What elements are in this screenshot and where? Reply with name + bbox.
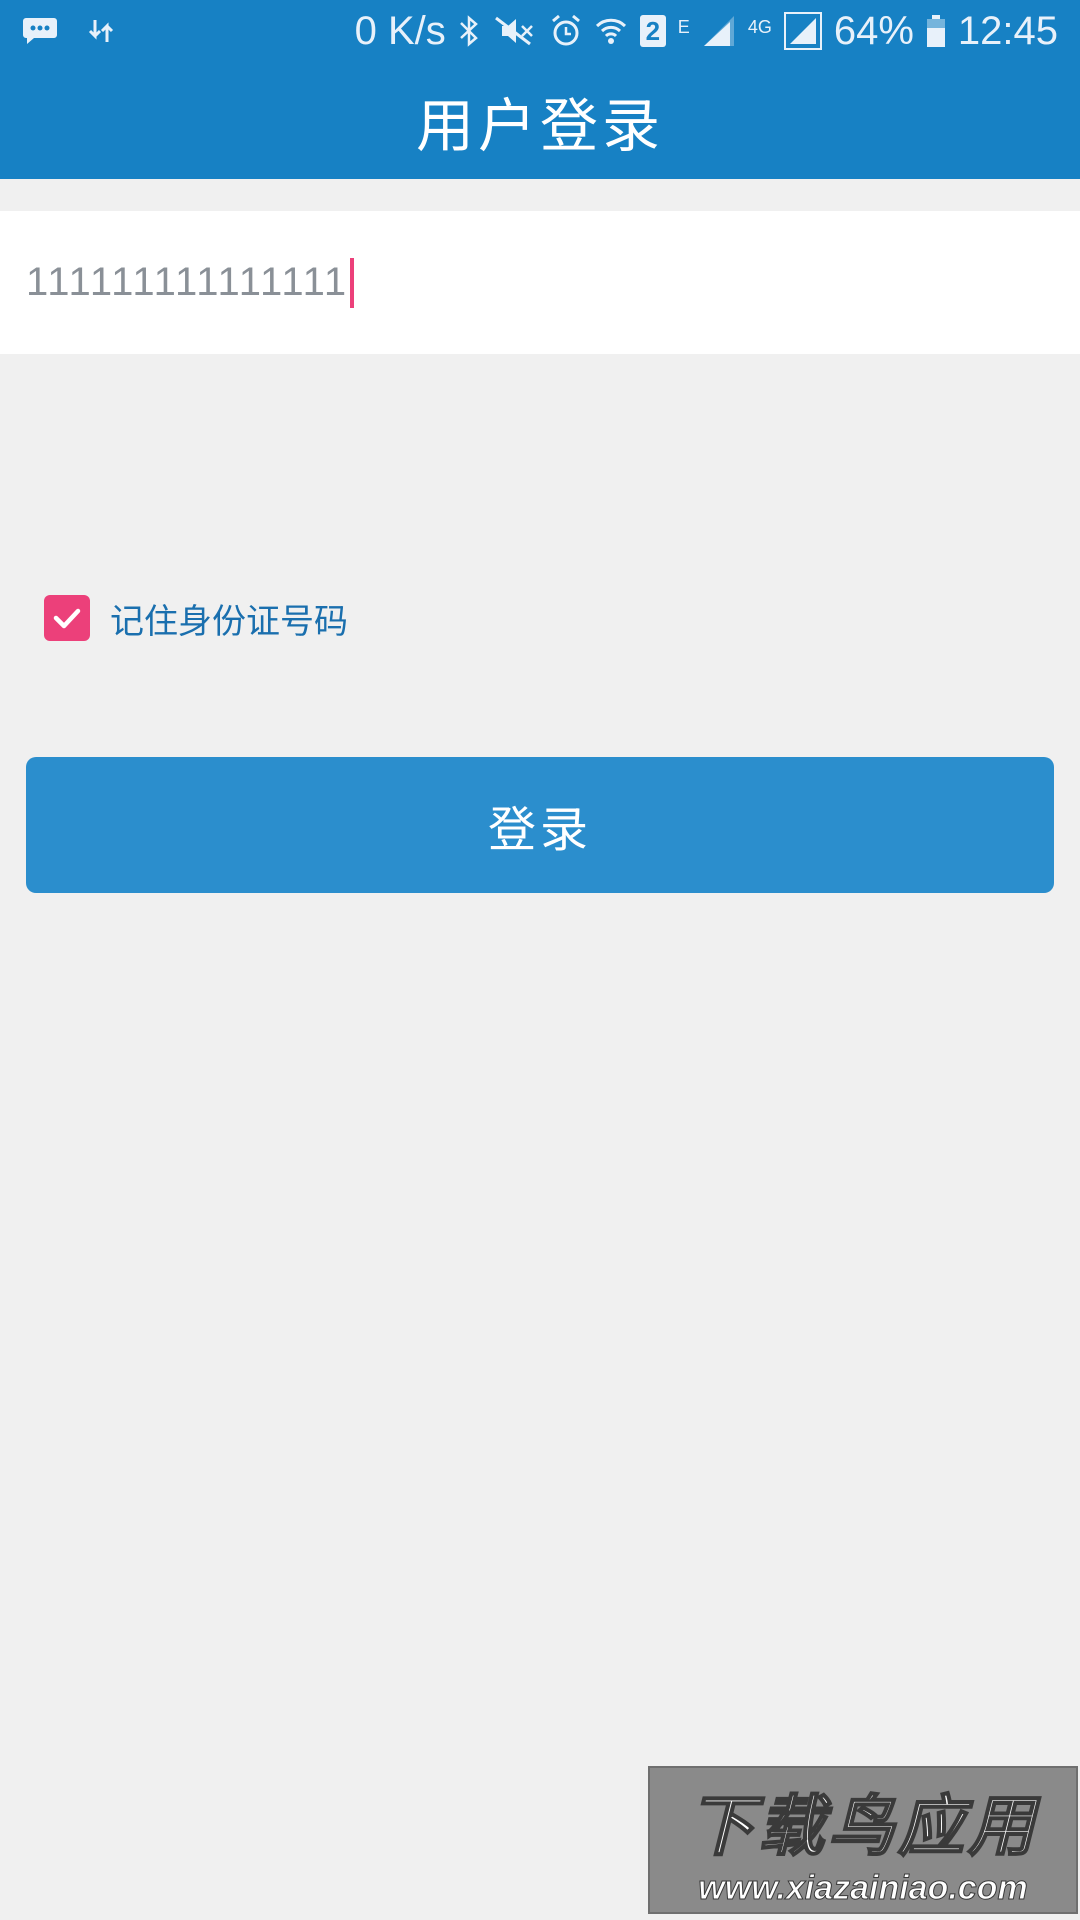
sim-icon: 2 (639, 15, 666, 47)
check-icon (53, 608, 81, 629)
watermark-logo: 下载鸟应用 www.xiazainiao.com (648, 1766, 1078, 1914)
chat-icon (22, 16, 58, 46)
status-bar-left (22, 16, 116, 46)
remember-id-checkbox[interactable] (44, 595, 90, 641)
signal-icon (702, 14, 736, 48)
sim-badge: 2 (645, 15, 661, 46)
watermark-url: www.xiazainiao.com (698, 1868, 1028, 1907)
clock: 12:45 (957, 8, 1058, 53)
data-transfer-icon (86, 16, 116, 46)
status-bar-right: 0 K/s 2 E 4G 64% 12:45 (355, 9, 1058, 54)
mute-icon (492, 14, 538, 48)
net-speed: 0 K/s (354, 8, 446, 53)
login-button[interactable]: 登录 (26, 757, 1054, 893)
remember-id-label[interactable]: 记住身份证号码 (110, 594, 348, 643)
watermark-title: 下载鸟应用 (687, 1787, 1038, 1866)
status-bar: 0 K/s 2 E 4G 64% 12:45 (0, 0, 1080, 62)
bluetooth-icon (458, 14, 480, 48)
signal-icon (783, 12, 822, 50)
text-cursor (350, 257, 355, 308)
network-e-label: E (677, 16, 690, 37)
page-title: 用户登录 (415, 91, 664, 160)
wifi-icon (594, 14, 628, 48)
id-number-value[interactable]: 111111111111111 (26, 260, 348, 305)
battery-icon (926, 14, 946, 48)
alarm-icon (550, 14, 582, 48)
network-4g-label: 4G (747, 16, 772, 37)
id-number-field[interactable]: 111111111111111 (0, 211, 1080, 354)
app-bar: 用户登录 (0, 62, 1080, 179)
remember-id-option[interactable]: 记住身份证号码 (44, 594, 348, 642)
battery-percent: 64% (833, 8, 914, 53)
